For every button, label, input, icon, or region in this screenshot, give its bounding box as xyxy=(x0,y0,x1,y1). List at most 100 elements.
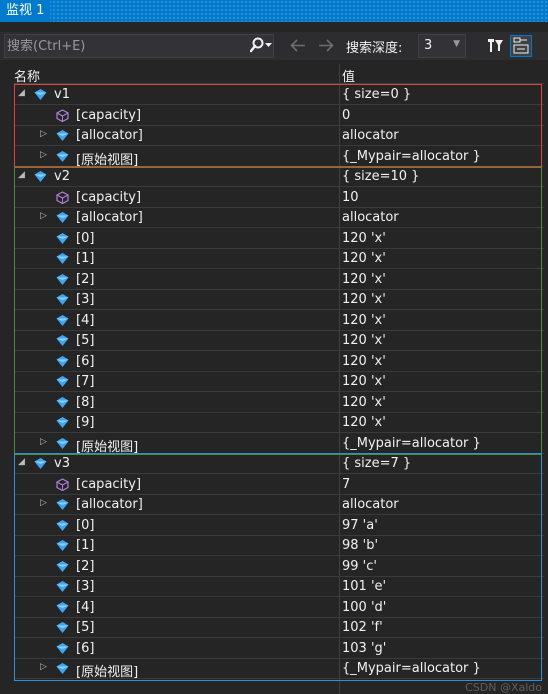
watch-row[interactable]: [5] 102 'f' xyxy=(14,618,544,638)
row-value[interactable]: 120 'x' xyxy=(342,292,386,307)
row-value[interactable]: { size=0 } xyxy=(342,87,411,102)
row-value[interactable]: 10 xyxy=(342,190,359,205)
watch-grid[interactable]: 名称 值 ◢ v1 { size=0 } [capacity] 0 ▷ [allocator… xyxy=(14,64,544,694)
watch-row[interactable]: [1] 98 'b' xyxy=(14,536,544,556)
watch-row[interactable]: ▷ [原始视图] {_Mypair=allocator } xyxy=(14,147,544,168)
watch-row[interactable]: [8] 120 'x' xyxy=(14,393,544,413)
expand-triangle-icon[interactable]: ▷ xyxy=(40,498,47,508)
watch-row[interactable]: [3] 101 'e' xyxy=(14,577,544,597)
field-gem-icon xyxy=(56,396,69,408)
row-name: [6] xyxy=(76,640,95,656)
row-value[interactable]: 101 'e' xyxy=(342,579,386,594)
collapse-triangle-icon[interactable]: ◢ xyxy=(18,88,25,98)
dropdown-arrow-icon[interactable] xyxy=(265,43,272,48)
row-value[interactable]: 120 'x' xyxy=(342,395,386,410)
tab-view-icon[interactable] xyxy=(510,35,532,57)
row-name: [9] xyxy=(76,415,95,430)
watch-row[interactable]: ◢ v3 { size=7 } xyxy=(14,454,544,474)
row-value[interactable]: 97 'a' xyxy=(342,518,378,533)
row-value[interactable]: {_Mypair=allocator } xyxy=(342,149,481,164)
back-arrow-icon[interactable] xyxy=(290,39,306,52)
watch-row[interactable]: [3] 120 'x' xyxy=(14,290,544,310)
row-value[interactable]: {_Mypair=allocator } xyxy=(342,436,481,451)
search-depth-select[interactable]: 3 ▼ xyxy=(418,34,466,58)
expand-triangle-icon[interactable]: ▷ xyxy=(40,662,47,672)
row-value[interactable]: { size=10 } xyxy=(342,169,419,184)
watch-row[interactable]: [2] 99 'c' xyxy=(14,557,544,577)
row-value[interactable]: { size=7 } xyxy=(342,456,411,471)
watch-row[interactable]: ◢ v2 { size=10 } xyxy=(14,167,544,187)
search-box[interactable] xyxy=(4,34,274,58)
row-value[interactable]: allocator xyxy=(342,497,399,512)
watch-row[interactable]: ▷ [allocator] allocator xyxy=(14,126,544,146)
row-value[interactable]: 120 'x' xyxy=(342,313,386,328)
watch-row[interactable]: [0] 97 'a' xyxy=(14,516,544,536)
search-icon[interactable] xyxy=(250,37,264,53)
watch-row[interactable]: [capacity] 7 xyxy=(14,475,544,495)
row-value[interactable]: 103 'g' xyxy=(342,641,386,656)
pin-filter-icon[interactable] xyxy=(486,37,504,55)
row-value[interactable]: 120 'x' xyxy=(342,272,386,287)
expand-triangle-icon[interactable]: ▷ xyxy=(40,129,47,139)
expand-triangle-icon[interactable]: ▷ xyxy=(40,437,47,447)
expand-triangle-icon[interactable]: ▷ xyxy=(40,211,47,221)
row-name: [3] xyxy=(76,292,95,307)
watch-row[interactable]: [4] 100 'd' xyxy=(14,598,544,618)
watch-row[interactable]: [capacity] 10 xyxy=(14,188,544,208)
watch-row[interactable]: ▷ [原始视图] {_Mypair=allocator } xyxy=(14,434,544,455)
row-value[interactable]: 120 'x' xyxy=(342,374,386,389)
expand-triangle-icon[interactable]: ▷ xyxy=(40,150,47,160)
forward-arrow-icon[interactable] xyxy=(318,39,334,52)
row-value[interactable]: 120 'x' xyxy=(342,333,386,348)
row-value[interactable]: 98 'b' xyxy=(342,538,378,553)
field-gem-icon xyxy=(56,622,69,633)
watch-row[interactable]: [9] 120 'x' xyxy=(14,413,544,433)
watch-row[interactable]: ▷ [allocator] allocator xyxy=(14,495,544,515)
row-name: v3 xyxy=(54,456,70,471)
field-gem-icon xyxy=(34,171,47,182)
watch-row[interactable]: [7] 120 'x' xyxy=(14,372,544,392)
row-value[interactable]: 120 'x' xyxy=(342,231,386,246)
watch-row[interactable]: ▷ [allocator] allocator xyxy=(14,208,544,228)
row-name: v2 xyxy=(54,169,70,184)
watch-row[interactable]: [0] 120 'x' xyxy=(14,229,544,249)
field-gem-icon xyxy=(56,642,69,654)
collapse-triangle-icon[interactable]: ◢ xyxy=(18,457,25,467)
column-header-value[interactable]: 值 xyxy=(342,66,355,85)
field-gem-icon xyxy=(34,89,47,100)
row-name: [7] xyxy=(76,374,95,389)
row-value[interactable]: 7 xyxy=(342,477,350,492)
row-name: [原始视图] xyxy=(76,439,139,455)
watch-row[interactable]: [1] 120 'x' xyxy=(14,249,544,269)
row-value[interactable]: 100 'd' xyxy=(342,600,386,615)
row-name: [capacity] xyxy=(76,107,142,123)
row-value[interactable]: {_Mypair=allocator } xyxy=(342,661,481,676)
watch-row[interactable]: ◢ v1 { size=0 } xyxy=(14,85,544,105)
field-gem-icon xyxy=(56,232,69,244)
watch-row[interactable]: [2] 120 'x' xyxy=(14,270,544,290)
row-value[interactable]: allocator xyxy=(342,210,399,225)
watch-row[interactable]: [4] 120 'x' xyxy=(14,311,544,331)
field-gem-icon xyxy=(56,314,69,326)
search-depth-label: 搜索深度: xyxy=(346,41,403,56)
watch-row[interactable]: ▷ [原始视图] {_Mypair=allocator } xyxy=(14,659,544,680)
row-value[interactable]: 99 'c' xyxy=(342,559,377,574)
field-gem-icon xyxy=(56,601,69,613)
watch-row[interactable]: [6] 103 'g' xyxy=(14,639,544,659)
row-value[interactable]: 120 'x' xyxy=(342,251,386,266)
field-gem-icon xyxy=(56,499,69,510)
field-gem-icon xyxy=(56,437,69,449)
row-value[interactable]: allocator xyxy=(342,128,399,143)
window-title-bar[interactable]: 监视 1 xyxy=(0,0,548,22)
search-input[interactable] xyxy=(7,37,243,55)
column-header-name[interactable]: 名称 xyxy=(14,66,40,85)
watch-row[interactable]: [6] 120 'x' xyxy=(14,352,544,372)
row-value[interactable]: 120 'x' xyxy=(342,354,386,369)
collapse-triangle-icon[interactable]: ◢ xyxy=(18,170,25,180)
row-value[interactable]: 120 'x' xyxy=(342,415,386,430)
watch-row[interactable]: [capacity] 0 xyxy=(14,106,544,126)
watch-row[interactable]: [5] 120 'x' xyxy=(14,331,544,351)
row-value[interactable]: 102 'f' xyxy=(342,620,383,635)
field-gem-icon xyxy=(56,130,69,141)
row-value[interactable]: 0 xyxy=(342,108,350,123)
